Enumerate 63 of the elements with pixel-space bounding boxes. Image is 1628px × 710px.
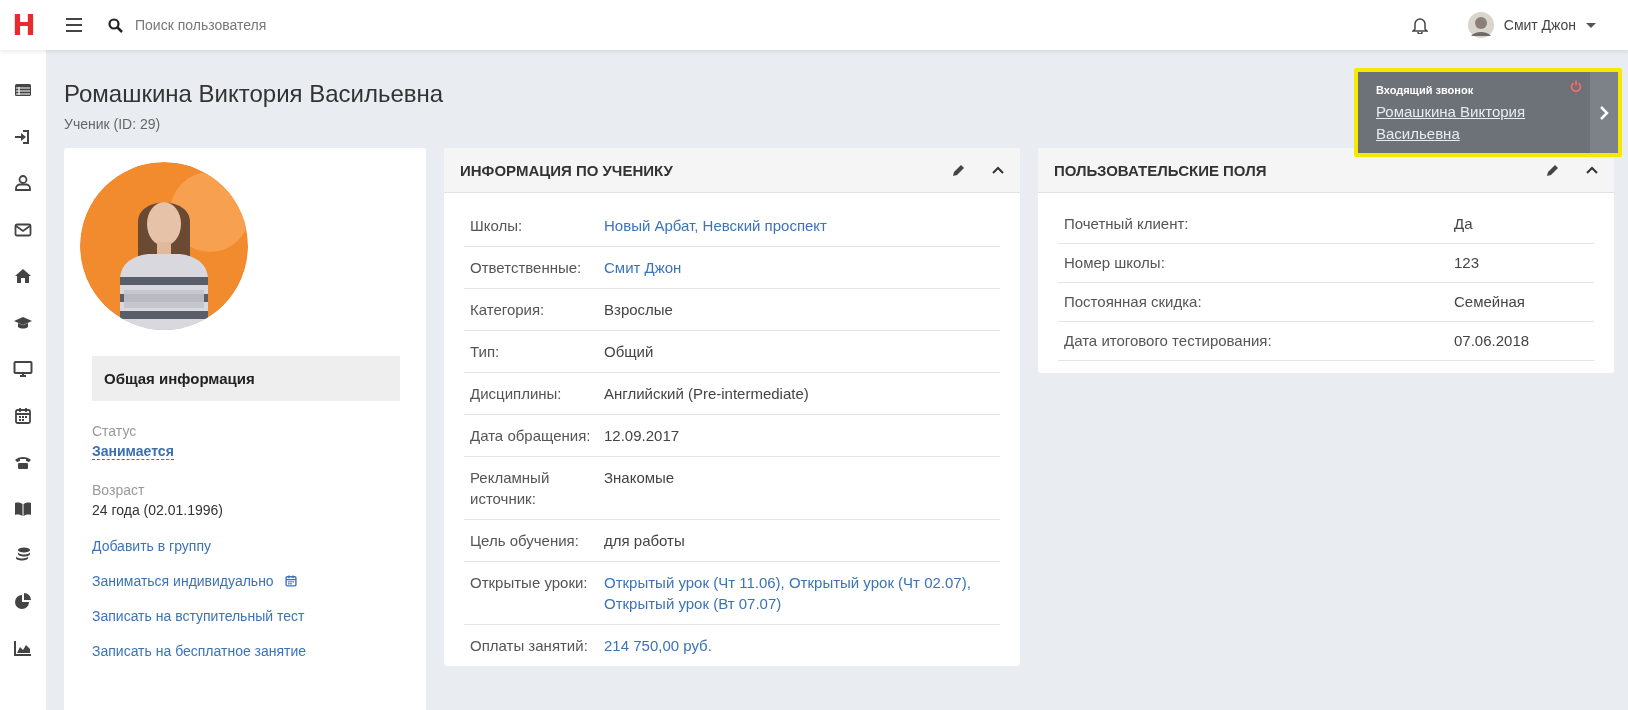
user-icon[interactable]: [13, 173, 33, 193]
row-label: Номер школы:: [1063, 253, 1166, 273]
row-label: Ответственные:: [469, 258, 583, 278]
row-value: 07.06.2018: [1454, 331, 1531, 351]
page-subtitle: Ученик (ID: 29): [64, 116, 161, 132]
page-title: Ромашкина Виктория Васильевна: [64, 80, 444, 108]
row-link[interactable]: Открытый урок (Чт 11.06), Открытый урок (Чт 02.07), Открытый урок (Вт 07.07): [604, 572, 1000, 614]
row-value: Взрослые: [604, 300, 674, 320]
popup-title: Входящий звонок: [1376, 84, 1474, 96]
pie-icon[interactable]: [13, 591, 33, 612]
search-field[interactable]: Поиск пользователя: [133, 16, 437, 34]
action-link[interactable]: Заниматься индивидуально: [92, 573, 274, 589]
card-title: ПОЛЬЗОВАТЕЛЬСКИЕ ПОЛЯ: [1054, 161, 1268, 179]
action-link[interactable]: Добавить в группу: [92, 538, 211, 554]
monitor-icon[interactable]: [13, 359, 33, 379]
row-value: для работы: [604, 531, 686, 551]
pencil-icon[interactable]: [952, 163, 966, 177]
pencil-icon[interactable]: [1546, 163, 1560, 177]
row-value: Английский (Pre-intermediate): [604, 384, 810, 404]
row-label: Дата итогового тестирования:: [1063, 331, 1273, 351]
bell-icon[interactable]: [1411, 16, 1428, 34]
calendar-icon[interactable]: [13, 405, 33, 426]
row-label: Открытые уроки:: [469, 573, 589, 593]
card-title: ИНФОРМАЦИЯ ПО УЧЕНИКУ: [460, 161, 674, 179]
row-label: Дисциплины:: [469, 384, 563, 404]
row-link[interactable]: Смит Джон: [604, 257, 1000, 278]
row-label: Категория:: [469, 300, 546, 320]
caller-link[interactable]: Ромашкина Виктория Васильевна: [1376, 101, 1580, 145]
field-value: 24 года (02.01.1996): [92, 502, 223, 518]
row-label: Дата обращения:: [469, 426, 592, 446]
menu-icon[interactable]: [66, 18, 82, 32]
chevron-icon: [1599, 105, 1609, 120]
row-value: 123: [1454, 253, 1481, 273]
status-link[interactable]: Занимается: [92, 443, 174, 460]
collapse-icon[interactable]: [1586, 166, 1598, 174]
row-value: Общий: [604, 342, 655, 362]
row-label: Оплаты занятий:: [469, 636, 589, 656]
row-value: Да: [1454, 214, 1474, 234]
row-link[interactable]: 214 750,00 руб.: [604, 635, 1000, 656]
row-label: Постоянная скидка:: [1063, 292, 1203, 312]
row-link[interactable]: Новый Арбат, Невский проспект: [604, 215, 1000, 236]
collapse-icon[interactable]: [992, 166, 1004, 174]
row-label: Школы:: [469, 216, 524, 236]
logo[interactable]: H: [0, 8, 48, 42]
field-label: Статус: [92, 423, 138, 439]
row-label: Тип:: [469, 342, 501, 362]
home-icon[interactable]: [13, 266, 33, 286]
user-name[interactable]: Смит Джон: [1503, 17, 1576, 33]
row-value: Семейная: [1454, 292, 1526, 312]
row-label: Почетный клиент:: [1063, 214, 1190, 234]
search-icon[interactable]: [108, 17, 123, 33]
row-value: Знакомые: [604, 468, 676, 488]
section-heading: Общая информация: [92, 356, 400, 401]
calendar-icon[interactable]: [283, 574, 298, 588]
avatar-icon[interactable]: [1467, 12, 1494, 38]
row-label: Цель обучения:: [469, 531, 580, 551]
chart-icon[interactable]: [13, 638, 33, 658]
action-link[interactable]: Записать на вступительный тест: [92, 608, 305, 624]
row-value: 12.09.2017: [604, 426, 681, 446]
field-label: Возраст: [92, 482, 146, 498]
row-label: Рекламный источник:: [469, 468, 551, 509]
action-link[interactable]: Записать на бесплатное занятие: [92, 643, 307, 659]
caret-icon[interactable]: [1586, 22, 1596, 28]
